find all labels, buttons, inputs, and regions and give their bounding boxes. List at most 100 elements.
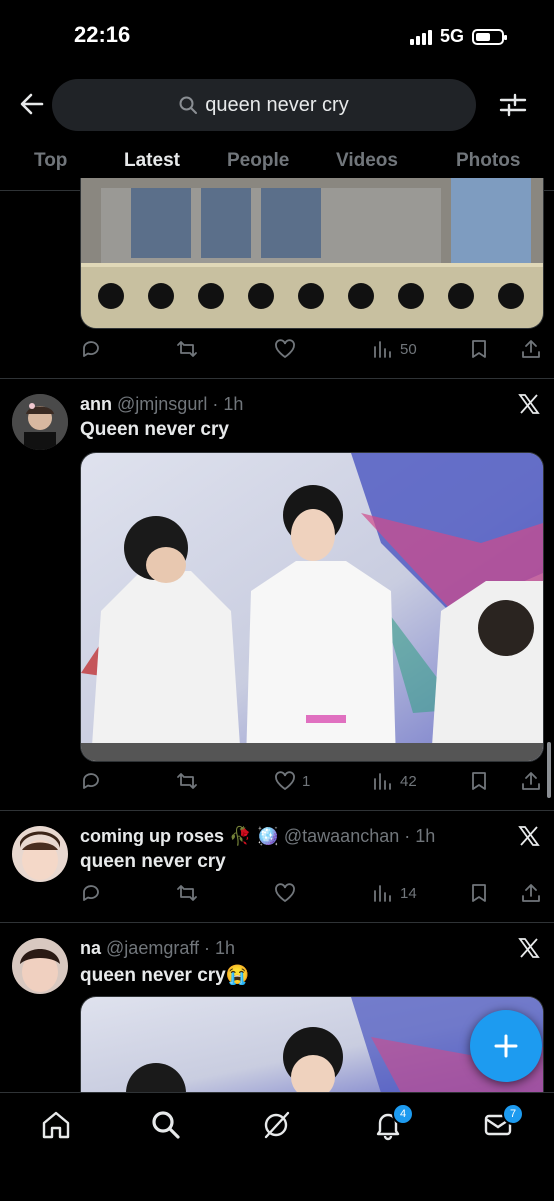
share-button[interactable] bbox=[520, 882, 542, 904]
user-handle[interactable]: @jmjnsgurl bbox=[117, 394, 207, 414]
search-input[interactable]: queen never cry bbox=[52, 79, 476, 131]
reply-button[interactable] bbox=[80, 882, 102, 904]
nav-notifications[interactable]: 4 bbox=[372, 1103, 414, 1141]
avatar-image bbox=[12, 394, 68, 450]
views-count: 14 bbox=[400, 884, 417, 902]
search-icon bbox=[179, 96, 198, 114]
reply-icon bbox=[83, 773, 99, 789]
tab-latest[interactable]: Latest bbox=[124, 150, 180, 172]
post-author-line: na @jaemgraff · 1h bbox=[80, 938, 236, 958]
compose-button[interactable] bbox=[470, 1010, 542, 1082]
bottom-navigation: 4 7 bbox=[0, 1092, 554, 1201]
display-name[interactable]: ann bbox=[80, 394, 112, 414]
status-time: 22:16 bbox=[74, 22, 131, 47]
post-text: queen never cry bbox=[80, 851, 226, 872]
tab-videos[interactable]: Videos bbox=[336, 150, 398, 172]
bookmark-button[interactable] bbox=[468, 770, 490, 792]
divider bbox=[0, 378, 554, 379]
repost-icon bbox=[177, 885, 197, 901]
share-button[interactable] bbox=[520, 338, 542, 360]
arrow-left-icon bbox=[20, 93, 44, 115]
heart-icon bbox=[275, 339, 295, 359]
avatar[interactable] bbox=[12, 826, 68, 882]
likes-count: 1 bbox=[302, 772, 311, 790]
bookmark-icon bbox=[472, 884, 486, 902]
nav-grok[interactable] bbox=[260, 1109, 292, 1141]
like-button[interactable] bbox=[274, 882, 296, 904]
post-text: queen never cry😭 bbox=[80, 963, 249, 987]
views-icon bbox=[374, 341, 391, 358]
nav-messages[interactable]: 7 bbox=[482, 1103, 524, 1141]
share-icon bbox=[522, 340, 540, 358]
tab-people[interactable]: People bbox=[227, 150, 289, 172]
user-handle[interactable]: @tawaanchan bbox=[284, 826, 399, 846]
nav-home[interactable] bbox=[40, 1109, 72, 1141]
concert-performers-photo bbox=[81, 453, 543, 761]
repost-button[interactable] bbox=[176, 882, 198, 904]
bookmark-icon bbox=[472, 340, 486, 358]
views-count: 42 bbox=[400, 772, 417, 790]
repost-button[interactable] bbox=[176, 338, 198, 360]
post-author-line: ann @jmjnsgurl · 1h bbox=[80, 394, 244, 414]
post-time: 1h bbox=[215, 938, 236, 958]
network-label: 5G bbox=[439, 26, 464, 46]
bookmark-button[interactable] bbox=[468, 338, 490, 360]
home-icon bbox=[42, 1111, 70, 1139]
display-name[interactable]: na bbox=[80, 938, 101, 958]
views-icon bbox=[374, 773, 391, 790]
status-indicators: 5G bbox=[409, 26, 507, 47]
display-name[interactable]: coming up roses bbox=[80, 826, 224, 846]
reply-icon bbox=[83, 341, 99, 357]
scrollbar[interactable] bbox=[547, 742, 551, 798]
x-logo-icon bbox=[518, 825, 540, 847]
reply-button[interactable] bbox=[80, 338, 102, 360]
heart-icon bbox=[275, 771, 295, 791]
views-icon bbox=[374, 885, 391, 902]
signal-icon bbox=[409, 29, 432, 45]
like-button[interactable]: 1 bbox=[274, 770, 310, 792]
tab-photos[interactable]: Photos bbox=[456, 150, 520, 172]
views-button[interactable]: 50 bbox=[372, 338, 417, 360]
views-button[interactable]: 14 bbox=[372, 882, 417, 904]
post-media[interactable] bbox=[80, 452, 544, 762]
notifications-badge: 4 bbox=[392, 1103, 414, 1125]
tab-top[interactable]: Top bbox=[34, 150, 67, 172]
concert-stage-photo bbox=[81, 178, 543, 328]
post-text-body: queen never cry bbox=[80, 965, 226, 986]
post-actions: 50 bbox=[80, 338, 540, 362]
sliders-icon bbox=[499, 93, 527, 117]
grok-icon bbox=[264, 1111, 290, 1139]
search-filter-button[interactable] bbox=[498, 90, 528, 120]
divider bbox=[0, 810, 554, 811]
avatar[interactable] bbox=[12, 938, 68, 994]
repost-icon bbox=[177, 773, 197, 789]
share-icon bbox=[522, 884, 540, 902]
divider bbox=[0, 922, 554, 923]
battery-icon bbox=[472, 28, 507, 45]
back-button[interactable] bbox=[18, 88, 46, 120]
user-handle[interactable]: @jaemgraff bbox=[106, 938, 199, 958]
post-text-emoji: 😭 bbox=[225, 965, 250, 986]
share-icon bbox=[522, 772, 540, 790]
avatar-image bbox=[12, 938, 68, 994]
reply-icon bbox=[83, 885, 99, 901]
views-button[interactable]: 42 bbox=[372, 770, 417, 792]
like-button[interactable] bbox=[274, 338, 296, 360]
repost-button[interactable] bbox=[176, 770, 198, 792]
post-time: 1h bbox=[415, 826, 436, 846]
share-button[interactable] bbox=[520, 770, 542, 792]
messages-badge: 7 bbox=[502, 1103, 524, 1125]
search-query: queen never cry bbox=[205, 93, 349, 116]
post-author-line: coming up roses 🥀 🪩 @tawaanchan · 1h bbox=[80, 826, 436, 846]
reply-button[interactable] bbox=[80, 770, 102, 792]
bookmark-button[interactable] bbox=[468, 882, 490, 904]
search-icon bbox=[152, 1111, 180, 1139]
post-actions: 1 42 bbox=[80, 770, 540, 794]
heart-icon bbox=[275, 883, 295, 903]
nav-search[interactable] bbox=[150, 1109, 182, 1141]
display-name-emoji: 🥀 🪩 bbox=[229, 826, 279, 846]
post-media[interactable] bbox=[80, 178, 544, 329]
x-logo-icon bbox=[518, 937, 540, 959]
avatar[interactable] bbox=[12, 394, 68, 450]
post-actions: 14 bbox=[80, 882, 540, 906]
